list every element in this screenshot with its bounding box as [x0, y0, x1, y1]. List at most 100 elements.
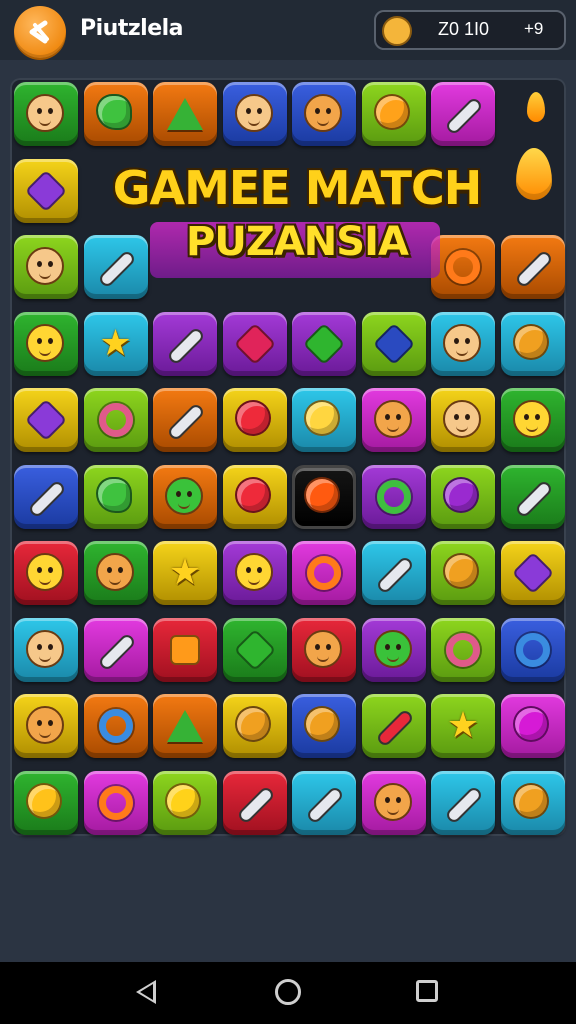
- game-tile[interactable]: [222, 617, 287, 682]
- game-tile[interactable]: [222, 388, 287, 452]
- shield-icon: [304, 400, 344, 440]
- game-tile[interactable]: [361, 541, 426, 605]
- top-bar: Piutzlela Z0 1I0 +9: [0, 0, 576, 60]
- game-tile[interactable]: [14, 541, 78, 605]
- game-tile[interactable]: [153, 617, 217, 682]
- game-tile[interactable]: [222, 541, 287, 605]
- game-tile[interactable]: [222, 311, 287, 376]
- swirl-icon: [443, 247, 483, 287]
- smiley-icon: [234, 553, 275, 593]
- game-tile[interactable]: [222, 464, 287, 529]
- back-icon[interactable]: [136, 980, 156, 1004]
- game-tile[interactable]: [361, 82, 426, 146]
- coin-count: +9: [524, 19, 544, 38]
- sword-icon: [374, 553, 415, 595]
- game-tile[interactable]: [83, 694, 148, 758]
- game-tile[interactable]: [153, 464, 217, 529]
- bird-icon: [95, 94, 136, 134]
- sword-icon: [513, 247, 554, 289]
- game-tile[interactable]: [14, 388, 78, 452]
- game-tile[interactable]: [361, 617, 426, 682]
- game-tile[interactable]: [500, 541, 565, 605]
- game-tile[interactable]: [83, 235, 148, 299]
- game-tile[interactable]: [361, 694, 426, 758]
- back-button[interactable]: [14, 6, 66, 58]
- ball-icon: [234, 476, 275, 517]
- avatar[interactable]: [382, 16, 412, 46]
- system-nav-bar: [0, 962, 576, 1024]
- gem-icon: [372, 322, 415, 365]
- game-tile[interactable]: ★: [153, 541, 217, 605]
- game-tile[interactable]: [153, 311, 217, 376]
- recents-icon[interactable]: [416, 980, 438, 1002]
- frog-icon: [373, 629, 414, 670]
- game-tile[interactable]: ★: [83, 311, 148, 376]
- game-tile[interactable]: [431, 464, 495, 529]
- game-tile[interactable]: [14, 82, 78, 146]
- game-tile[interactable]: [431, 311, 495, 376]
- game-tile[interactable]: [83, 82, 148, 146]
- game-tile[interactable]: [14, 770, 78, 835]
- game-tile[interactable]: [14, 617, 78, 682]
- game-tile[interactable]: [361, 770, 426, 835]
- game-tile[interactable]: [14, 311, 78, 376]
- game-tile[interactable]: [500, 388, 565, 452]
- game-tile[interactable]: [292, 617, 356, 682]
- game-tile[interactable]: [83, 770, 148, 835]
- smiley-icon: [512, 400, 553, 440]
- home-icon[interactable]: [275, 979, 301, 1005]
- game-board: ★ ★ ★: [10, 78, 566, 836]
- star-icon: ★: [446, 705, 480, 746]
- title-banner-bg: [150, 222, 440, 278]
- game-tile[interactable]: [292, 770, 356, 835]
- game-tile[interactable]: [431, 388, 495, 452]
- game-tile[interactable]: [153, 694, 217, 758]
- game-tile[interactable]: [292, 464, 356, 529]
- ball-icon: [512, 706, 553, 746]
- game-tile[interactable]: [153, 388, 217, 452]
- game-tile[interactable]: [14, 464, 78, 529]
- game-tile[interactable]: [500, 694, 565, 758]
- bear-icon: [304, 94, 344, 134]
- game-tile[interactable]: [500, 617, 565, 682]
- game-tile[interactable]: [153, 82, 217, 146]
- game-tile[interactable]: [292, 82, 356, 146]
- leaf-icon: [302, 322, 346, 365]
- game-tile[interactable]: [83, 388, 148, 452]
- game-tile[interactable]: [431, 770, 495, 835]
- bear-icon: [95, 553, 136, 593]
- game-tile[interactable]: [500, 770, 565, 835]
- game-tile[interactable]: [14, 235, 78, 299]
- game-tile[interactable]: [292, 541, 356, 605]
- game-tile[interactable]: [431, 617, 495, 682]
- game-tile[interactable]: [14, 694, 78, 758]
- game-tile[interactable]: [222, 770, 287, 835]
- game-tile[interactable]: [292, 388, 356, 452]
- ring-icon: [96, 400, 136, 440]
- game-tile[interactable]: [292, 311, 356, 376]
- game-tile[interactable]: [431, 82, 495, 146]
- game-tile[interactable]: [222, 82, 287, 146]
- game-tile[interactable]: [500, 311, 565, 376]
- game-tile[interactable]: [83, 617, 148, 682]
- game-tile[interactable]: [431, 541, 495, 605]
- game-tile[interactable]: [500, 464, 565, 529]
- sword-icon: [443, 783, 484, 825]
- bear-icon: [26, 706, 66, 746]
- game-tile[interactable]: [361, 464, 426, 529]
- game-tile[interactable]: [222, 694, 287, 758]
- frog-icon: [165, 476, 205, 517]
- sword-icon: [96, 630, 137, 672]
- game-tile[interactable]: ★: [431, 694, 495, 758]
- game-tile[interactable]: [292, 694, 356, 758]
- game-tile[interactable]: [431, 235, 495, 299]
- game-tile[interactable]: [361, 388, 426, 452]
- game-tile[interactable]: [83, 541, 148, 605]
- sword-icon: [165, 400, 206, 442]
- game-tile[interactable]: [500, 235, 565, 299]
- game-tile[interactable]: [14, 158, 78, 223]
- game-tile[interactable]: [153, 770, 217, 835]
- game-tile[interactable]: [83, 464, 148, 529]
- ring-icon: [443, 630, 483, 670]
- game-tile[interactable]: [361, 311, 426, 376]
